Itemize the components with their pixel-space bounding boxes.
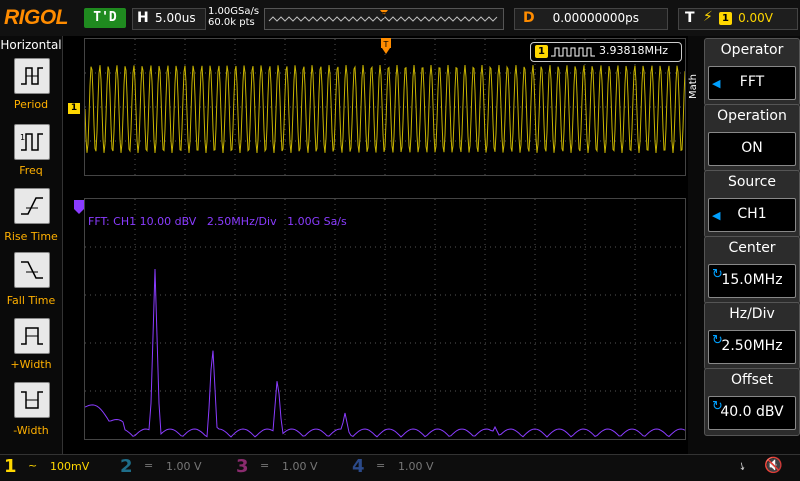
positive-width-button[interactable]: [14, 318, 50, 354]
ch2-scale: 1.00 V: [166, 460, 202, 473]
frequency-counter: 1 3.93818MHz: [530, 42, 682, 62]
ch4-coupling: =: [376, 459, 386, 472]
period-label: Period: [13, 98, 49, 111]
timebase-value: 5.00us: [155, 11, 196, 25]
positive-width-label: +Width: [10, 358, 52, 371]
counter-channel-badge: 1: [535, 45, 548, 58]
rise-time-icon: [21, 197, 43, 215]
offset-value: 40.0 dBV: [720, 404, 784, 420]
mute-speaker-icon[interactable]: 🔇: [764, 456, 783, 474]
fall-time-icon: [21, 261, 43, 279]
negative-width-icon: [21, 391, 43, 409]
delay-value: 0.00000000ps: [552, 11, 639, 25]
freq-label: Freq: [19, 164, 43, 177]
timebase-indicator[interactable]: H 5.00us: [132, 8, 206, 30]
left-menu-title: Horizontal: [0, 38, 62, 52]
trigger-status-badge: T'D: [84, 8, 126, 28]
memory-overview[interactable]: T: [264, 8, 504, 30]
offset-value-box[interactable]: ↻ 40.0 dBV: [708, 396, 796, 430]
rising-edge-icon: ⚡: [703, 9, 713, 25]
operation-value: ON: [741, 140, 763, 156]
hz-div-value: 2.50MHz: [721, 338, 783, 354]
fft-window[interactable]: [84, 198, 686, 440]
negative-width-label: -Width: [13, 424, 49, 437]
math-menu-tab: Math: [688, 73, 699, 99]
rigol-logo: RIGOL: [4, 6, 69, 29]
ch1-scale: 100mV: [50, 460, 90, 473]
fft-info-label: FFT: CH1 10.00 dBV 2.50MHz/Div 1.00G Sa/…: [88, 215, 347, 228]
source-value: CH1: [737, 206, 767, 222]
hz-div-title: Hz/Div: [729, 306, 775, 322]
delay-indicator[interactable]: D 0.00000000ps: [514, 8, 668, 30]
trigger-indicator[interactable]: T ⚡ 1 0.00V: [678, 8, 798, 30]
trigger-position-icon[interactable]: T: [380, 38, 392, 60]
ch1-number: 1: [4, 456, 17, 477]
fall-time-label: Fall Time: [6, 294, 56, 307]
ch3-status[interactable]: 3 = 1.00 V: [232, 456, 344, 478]
freq-measure-button[interactable]: 1: [14, 124, 50, 160]
frequency-icon: 1: [20, 133, 43, 151]
operation-value-box[interactable]: ON: [708, 132, 796, 166]
center-value: 15.0MHz: [721, 272, 783, 288]
ch2-number: 2: [120, 456, 133, 477]
ch3-scale: 1.00 V: [282, 460, 318, 473]
ch1-status[interactable]: 1 ~ 100mV: [0, 456, 110, 478]
ch3-number: 3: [236, 456, 249, 477]
sample-rate: 1.00GSa/s: [208, 6, 260, 17]
ch4-scale: 1.00 V: [398, 460, 434, 473]
rise-time-label: Rise Time: [4, 230, 58, 243]
square-wave-icon: [551, 47, 595, 57]
ch1-coupling: ~: [28, 459, 38, 472]
ch1-offset-marker[interactable]: 1: [68, 103, 80, 114]
trigger-level: 0.00V: [738, 11, 773, 25]
operator-value-box[interactable]: ◀ FFT: [708, 66, 796, 100]
hz-div-value-box[interactable]: ↻ 2.50MHz: [708, 330, 796, 364]
center-title: Center: [728, 240, 776, 256]
offset-title: Offset: [730, 372, 774, 388]
fall-time-button[interactable]: [14, 252, 50, 288]
svg-text:1: 1: [20, 133, 25, 142]
operation-title: Operation: [717, 108, 787, 124]
math-offset-marker-icon[interactable]: [74, 200, 84, 214]
ch4-number: 4: [352, 456, 365, 477]
rise-time-button[interactable]: [14, 188, 50, 224]
operator-title: Operator: [720, 42, 784, 58]
fft-spectrum: [84, 199, 686, 439]
horizontal-label: H: [137, 10, 149, 26]
negative-width-button[interactable]: [14, 382, 50, 418]
svg-text:T: T: [381, 11, 387, 20]
period-icon: [21, 67, 43, 85]
source-value-box[interactable]: ◀ CH1: [708, 198, 796, 232]
period-measure-button[interactable]: [14, 58, 50, 94]
ch2-coupling: =: [144, 459, 154, 472]
svg-text:T: T: [383, 40, 389, 49]
ch4-status[interactable]: 4 = 1.00 V: [348, 456, 460, 478]
trigger-label: T: [685, 10, 695, 26]
trigger-source-badge: 1: [719, 12, 732, 25]
frequency-value: 3.93818MHz: [599, 44, 669, 57]
delay-label: D: [523, 10, 535, 26]
source-title: Source: [727, 174, 777, 190]
ch3-coupling: =: [260, 459, 270, 472]
ch2-status[interactable]: 2 = 1.00 V: [116, 456, 228, 478]
center-value-box[interactable]: ↻ 15.0MHz: [708, 264, 796, 298]
positive-width-icon: [21, 327, 43, 345]
usb-icon: ⭏: [740, 458, 745, 474]
memory-waveform-thumbnail: T: [268, 10, 498, 22]
operator-value: FFT: [739, 74, 765, 90]
memory-depth: 60.0k pts: [208, 17, 255, 28]
acquisition-info: 1.00GSa/s 60.0k pts: [208, 6, 259, 28]
